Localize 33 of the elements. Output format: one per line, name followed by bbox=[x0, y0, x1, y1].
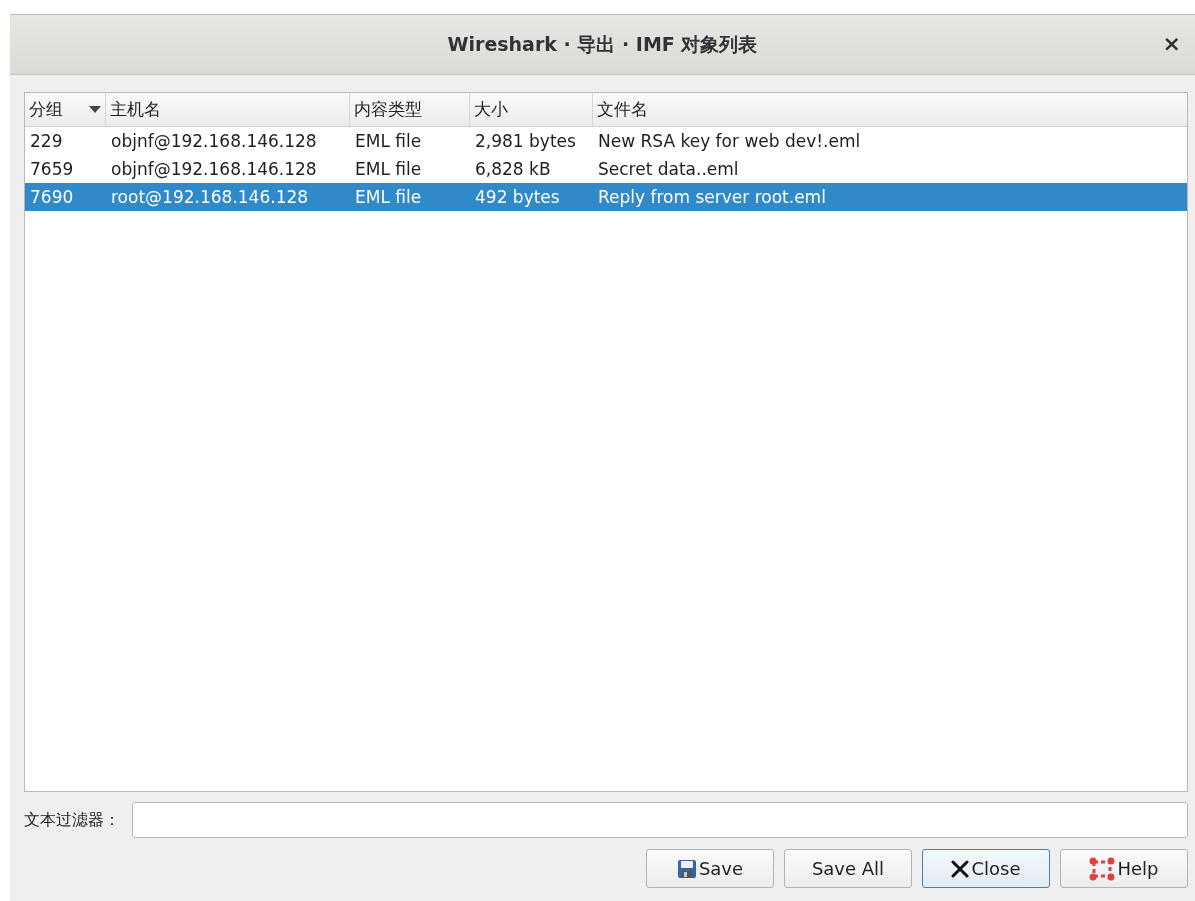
dialog-button[interactable]: Save All bbox=[784, 849, 912, 888]
column-header[interactable]: 大小 bbox=[470, 93, 593, 126]
dialog-button[interactable]: Save bbox=[646, 849, 774, 888]
column-header[interactable]: 分组 bbox=[25, 93, 106, 126]
column-header[interactable]: 文件名 bbox=[593, 93, 1187, 126]
column-header[interactable]: 主机名 bbox=[106, 93, 350, 126]
table-row[interactable]: 7690 root@192.168.146.128 EML file 492 bytes Reply from server root.eml bbox=[25, 183, 1187, 211]
table-cell-text: 492 bytes bbox=[474, 187, 561, 207]
table-cell-text: EML file bbox=[354, 159, 423, 179]
table-cell-text: objnf@192.168.146.128 bbox=[110, 159, 318, 179]
table-cell-text: Reply from server root.eml bbox=[597, 187, 827, 207]
table-cell-text: objnf@192.168.146.128 bbox=[110, 131, 318, 151]
window-title: Wireshark · 导出 · IMF 对象列表 bbox=[447, 31, 758, 57]
table-cell-text: 2,981 bytes bbox=[474, 131, 577, 151]
filter-label: 文本过滤器： bbox=[24, 809, 120, 831]
table-cell-text: root@192.168.146.128 bbox=[110, 187, 310, 207]
table-cell-text: EML file bbox=[354, 131, 423, 151]
close-button[interactable]: × bbox=[1158, 31, 1185, 56]
dialog-button[interactable]: Close bbox=[922, 849, 1050, 888]
filter-field[interactable] bbox=[132, 802, 1188, 838]
table-cell-text: 7659 bbox=[29, 159, 75, 179]
column-header[interactable]: 内容类型 bbox=[350, 93, 470, 126]
table-cell-text: 229 bbox=[29, 131, 64, 151]
lifebuoy-icon bbox=[1089, 856, 1116, 881]
table-cell-text: EML file bbox=[354, 187, 423, 207]
table-row[interactable]: 7659 objnf@192.168.146.128 EML file 6,828 kB Secret data..eml bbox=[25, 155, 1187, 183]
table-row[interactable]: 229 objnf@192.168.146.128 EML file 2,981 bytes New RSA key for web dev!.eml bbox=[25, 127, 1187, 155]
table-cell-text: 6,828 kB bbox=[474, 159, 552, 179]
close-icon bbox=[951, 859, 970, 878]
table-cell-text: Secret data..eml bbox=[597, 159, 740, 179]
dialog-button[interactable]: Help bbox=[1060, 849, 1188, 888]
table-cell-text: New RSA key for web dev!.eml bbox=[597, 131, 862, 151]
table-cell-text: 7690 bbox=[29, 187, 75, 207]
